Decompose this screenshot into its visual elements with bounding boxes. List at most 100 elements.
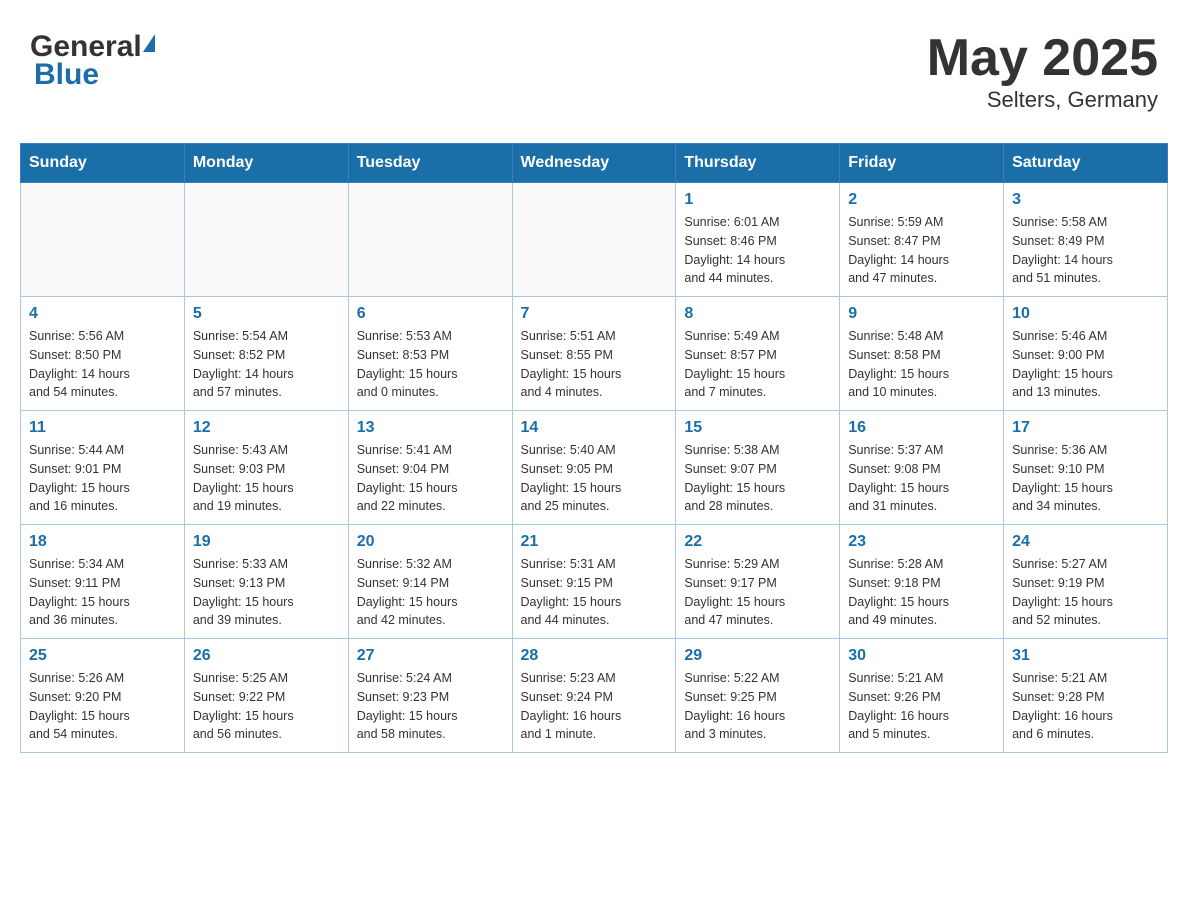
day-info: Sunrise: 5:23 AM Sunset: 9:24 PM Dayligh… bbox=[521, 669, 668, 744]
calendar-body: 1 Sunrise: 6:01 AM Sunset: 8:46 PM Daylig… bbox=[21, 183, 1168, 753]
day-number: 12 bbox=[193, 419, 340, 437]
day-info: Sunrise: 5:21 AM Sunset: 9:28 PM Dayligh… bbox=[1012, 669, 1159, 744]
day-info: Sunrise: 5:40 AM Sunset: 9:05 PM Dayligh… bbox=[521, 441, 668, 516]
calendar-cell: 30 Sunrise: 5:21 AM Sunset: 9:26 PM Dayli… bbox=[840, 639, 1004, 753]
day-number: 11 bbox=[29, 419, 176, 437]
day-number: 6 bbox=[357, 305, 504, 323]
day-info: Sunrise: 5:49 AM Sunset: 8:57 PM Dayligh… bbox=[684, 327, 831, 402]
calendar-cell: 20 Sunrise: 5:32 AM Sunset: 9:14 PM Dayli… bbox=[348, 525, 512, 639]
day-info: Sunrise: 5:27 AM Sunset: 9:19 PM Dayligh… bbox=[1012, 555, 1159, 630]
calendar-cell: 28 Sunrise: 5:23 AM Sunset: 9:24 PM Dayli… bbox=[512, 639, 676, 753]
day-info: Sunrise: 5:51 AM Sunset: 8:55 PM Dayligh… bbox=[521, 327, 668, 402]
calendar-week-3: 11 Sunrise: 5:44 AM Sunset: 9:01 PM Dayli… bbox=[21, 411, 1168, 525]
calendar-cell: 22 Sunrise: 5:29 AM Sunset: 9:17 PM Dayli… bbox=[676, 525, 840, 639]
day-info: Sunrise: 5:44 AM Sunset: 9:01 PM Dayligh… bbox=[29, 441, 176, 516]
day-header-monday: Monday bbox=[184, 144, 348, 183]
logo: General Blue bbox=[30, 30, 155, 92]
day-number: 1 bbox=[684, 191, 831, 209]
day-number: 18 bbox=[29, 533, 176, 551]
header-row: SundayMondayTuesdayWednesdayThursdayFrid… bbox=[21, 144, 1168, 183]
day-info: Sunrise: 5:58 AM Sunset: 8:49 PM Dayligh… bbox=[1012, 213, 1159, 288]
day-number: 21 bbox=[521, 533, 668, 551]
calendar-cell: 15 Sunrise: 5:38 AM Sunset: 9:07 PM Dayli… bbox=[676, 411, 840, 525]
calendar-week-1: 1 Sunrise: 6:01 AM Sunset: 8:46 PM Daylig… bbox=[21, 183, 1168, 297]
day-number: 13 bbox=[357, 419, 504, 437]
calendar-cell: 11 Sunrise: 5:44 AM Sunset: 9:01 PM Dayli… bbox=[21, 411, 185, 525]
calendar-header: SundayMondayTuesdayWednesdayThursdayFrid… bbox=[21, 144, 1168, 183]
calendar-cell: 14 Sunrise: 5:40 AM Sunset: 9:05 PM Dayli… bbox=[512, 411, 676, 525]
calendar-cell: 16Sunrise: 5:37 AM Sunset: 9:08 PM Dayli… bbox=[840, 411, 1004, 525]
day-info: Sunrise: 5:48 AM Sunset: 8:58 PM Dayligh… bbox=[848, 327, 995, 402]
calendar-cell bbox=[184, 183, 348, 297]
day-number: 17 bbox=[1012, 419, 1159, 437]
day-info: Sunrise: 5:24 AM Sunset: 9:23 PM Dayligh… bbox=[357, 669, 504, 744]
calendar-cell: 9 Sunrise: 5:48 AM Sunset: 8:58 PM Daylig… bbox=[840, 297, 1004, 411]
day-info: Sunrise: 5:29 AM Sunset: 9:17 PM Dayligh… bbox=[684, 555, 831, 630]
day-number: 25 bbox=[29, 647, 176, 665]
day-info: Sunrise: 5:56 AM Sunset: 8:50 PM Dayligh… bbox=[29, 327, 176, 402]
day-info: Sunrise: 6:01 AM Sunset: 8:46 PM Dayligh… bbox=[684, 213, 831, 288]
title-area: May 2025 Selters, Germany bbox=[927, 30, 1158, 113]
day-info: Sunrise: 5:26 AM Sunset: 9:20 PM Dayligh… bbox=[29, 669, 176, 744]
day-number: 15 bbox=[684, 419, 831, 437]
day-number: 20 bbox=[357, 533, 504, 551]
calendar-cell: 21 Sunrise: 5:31 AM Sunset: 9:15 PM Dayli… bbox=[512, 525, 676, 639]
day-number: 24 bbox=[1012, 533, 1159, 551]
calendar-week-4: 18 Sunrise: 5:34 AM Sunset: 9:11 PM Dayli… bbox=[21, 525, 1168, 639]
calendar-cell: 8 Sunrise: 5:49 AM Sunset: 8:57 PM Daylig… bbox=[676, 297, 840, 411]
logo-arrow-icon bbox=[143, 34, 155, 52]
calendar-cell: 17Sunrise: 5:36 AM Sunset: 9:10 PM Dayli… bbox=[1004, 411, 1168, 525]
day-number: 29 bbox=[684, 647, 831, 665]
page-header: General Blue May 2025 Selters, Germany bbox=[20, 20, 1168, 123]
calendar-cell: 18 Sunrise: 5:34 AM Sunset: 9:11 PM Dayli… bbox=[21, 525, 185, 639]
calendar-cell: 13Sunrise: 5:41 AM Sunset: 9:04 PM Dayli… bbox=[348, 411, 512, 525]
day-info: Sunrise: 5:38 AM Sunset: 9:07 PM Dayligh… bbox=[684, 441, 831, 516]
day-header-tuesday: Tuesday bbox=[348, 144, 512, 183]
day-header-sunday: Sunday bbox=[21, 144, 185, 183]
calendar-cell bbox=[348, 183, 512, 297]
day-number: 26 bbox=[193, 647, 340, 665]
day-header-thursday: Thursday bbox=[676, 144, 840, 183]
calendar-cell: 2Sunrise: 5:59 AM Sunset: 8:47 PM Daylig… bbox=[840, 183, 1004, 297]
calendar-subtitle: Selters, Germany bbox=[927, 87, 1158, 113]
calendar-cell: 24 Sunrise: 5:27 AM Sunset: 9:19 PM Dayli… bbox=[1004, 525, 1168, 639]
day-number: 7 bbox=[521, 305, 668, 323]
day-info: Sunrise: 5:34 AM Sunset: 9:11 PM Dayligh… bbox=[29, 555, 176, 630]
day-number: 23 bbox=[848, 533, 995, 551]
calendar-cell: 3 Sunrise: 5:58 AM Sunset: 8:49 PM Daylig… bbox=[1004, 183, 1168, 297]
day-number: 30 bbox=[848, 647, 995, 665]
day-number: 28 bbox=[521, 647, 668, 665]
day-info: Sunrise: 5:31 AM Sunset: 9:15 PM Dayligh… bbox=[521, 555, 668, 630]
day-info: Sunrise: 5:54 AM Sunset: 8:52 PM Dayligh… bbox=[193, 327, 340, 402]
day-number: 5 bbox=[193, 305, 340, 323]
calendar-cell: 19Sunrise: 5:33 AM Sunset: 9:13 PM Dayli… bbox=[184, 525, 348, 639]
day-info: Sunrise: 5:22 AM Sunset: 9:25 PM Dayligh… bbox=[684, 669, 831, 744]
logo-blue-text: Blue bbox=[30, 58, 99, 92]
day-number: 3 bbox=[1012, 191, 1159, 209]
day-number: 9 bbox=[848, 305, 995, 323]
calendar-cell: 29 Sunrise: 5:22 AM Sunset: 9:25 PM Dayli… bbox=[676, 639, 840, 753]
day-info: Sunrise: 5:21 AM Sunset: 9:26 PM Dayligh… bbox=[848, 669, 995, 744]
day-info: Sunrise: 5:32 AM Sunset: 9:14 PM Dayligh… bbox=[357, 555, 504, 630]
calendar-week-2: 4 Sunrise: 5:56 AM Sunset: 8:50 PM Daylig… bbox=[21, 297, 1168, 411]
day-info: Sunrise: 5:46 AM Sunset: 9:00 PM Dayligh… bbox=[1012, 327, 1159, 402]
day-number: 27 bbox=[357, 647, 504, 665]
day-header-wednesday: Wednesday bbox=[512, 144, 676, 183]
calendar-cell: 26Sunrise: 5:25 AM Sunset: 9:22 PM Dayli… bbox=[184, 639, 348, 753]
calendar-cell: 4 Sunrise: 5:56 AM Sunset: 8:50 PM Daylig… bbox=[21, 297, 185, 411]
day-number: 10 bbox=[1012, 305, 1159, 323]
day-number: 4 bbox=[29, 305, 176, 323]
calendar-cell: 10 Sunrise: 5:46 AM Sunset: 9:00 PM Dayli… bbox=[1004, 297, 1168, 411]
day-header-friday: Friday bbox=[840, 144, 1004, 183]
calendar-cell: 5 Sunrise: 5:54 AM Sunset: 8:52 PM Daylig… bbox=[184, 297, 348, 411]
calendar-cell: 31 Sunrise: 5:21 AM Sunset: 9:28 PM Dayli… bbox=[1004, 639, 1168, 753]
day-number: 8 bbox=[684, 305, 831, 323]
day-number: 31 bbox=[1012, 647, 1159, 665]
calendar-table: SundayMondayTuesdayWednesdayThursdayFrid… bbox=[20, 143, 1168, 753]
day-info: Sunrise: 5:28 AM Sunset: 9:18 PM Dayligh… bbox=[848, 555, 995, 630]
day-info: Sunrise: 5:37 AM Sunset: 9:08 PM Dayligh… bbox=[848, 441, 995, 516]
day-number: 14 bbox=[521, 419, 668, 437]
calendar-cell bbox=[512, 183, 676, 297]
day-number: 22 bbox=[684, 533, 831, 551]
calendar-cell: 1 Sunrise: 6:01 AM Sunset: 8:46 PM Daylig… bbox=[676, 183, 840, 297]
